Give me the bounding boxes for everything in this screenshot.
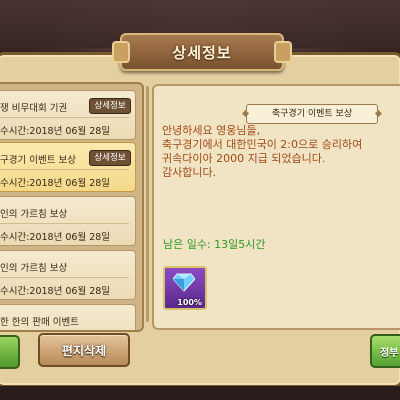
item-divider (0, 277, 129, 278)
title-plate-right-cap (274, 41, 292, 63)
mail-list-item[interactable]: 인의 가르침 보상 수시간:2018년 06월 28일 (0, 250, 136, 300)
mail-list-item[interactable]: 한 한의 판매 이벤트 (0, 304, 136, 330)
mail-item-date: 수시간:2018년 06월 28일 (0, 232, 111, 243)
details-badge[interactable]: 상세정보 (89, 150, 131, 166)
item-divider (0, 117, 129, 118)
mail-item-date: 수시간:2018년 06월 28일 (0, 286, 111, 297)
diamond-icon (173, 273, 195, 292)
item-divider (0, 169, 129, 170)
mail-item-title: 쟁 비무대회 기권 (0, 103, 68, 114)
title-plate: 상세정보 (112, 33, 292, 71)
mail-subject: 축구경기 이벤트 보상 (246, 104, 378, 124)
mail-item-title: 구경기 이벤트 보상 (0, 155, 76, 166)
mail-item-date: 수시간:2018년 06월 28일 (0, 126, 111, 137)
remaining-time: 남은 일수: 13일5시간 (163, 238, 266, 251)
mail-item-title: 인의 가르침 보상 (0, 263, 68, 274)
delete-mail-button[interactable]: 편지삭제 (38, 333, 130, 367)
mail-list: 쟁 비무대회 기권 상세정보 수시간:2018년 06월 28일 구경기 이벤트… (0, 82, 144, 332)
title-plate-left-cap (112, 41, 130, 63)
mail-body-line: 귀속다이아 2000 지급 되었습니다. (162, 152, 326, 165)
confirm-button[interactable] (0, 335, 20, 369)
reward-quantity: 100% (177, 298, 202, 307)
mail-body: 안녕하세요 영웅님들, 축구경기에서 대한민국이 2:0으로 승리하여 귀속다이… (162, 124, 400, 180)
window-title: 상세정보 (172, 43, 232, 62)
receive-button[interactable]: 정부 (370, 334, 400, 368)
reward-item-slot[interactable]: 100% (163, 266, 207, 310)
mail-list-item[interactable]: 쟁 비무대회 기권 상세정보 수시간:2018년 06월 28일 (0, 90, 136, 140)
mail-body-line: 축구경기에서 대한민국이 2:0으로 승리하여 (162, 138, 363, 151)
mail-detail-panel: 축구경기 이벤트 보상 안녕하세요 영웅님들, 축구경기에서 대한민국이 2:0… (152, 84, 400, 330)
item-divider (0, 223, 129, 224)
mail-list-item[interactable]: 인의 가르침 보상 수시간:2018년 06월 28일 (0, 196, 136, 246)
mail-item-title: 인의 가르침 보상 (0, 209, 68, 220)
mail-item-title: 한 한의 판매 이벤트 (0, 317, 79, 328)
mail-body-line: 감사합니다. (162, 166, 217, 179)
mail-list-item-selected[interactable]: 구경기 이벤트 보상 상세정보 수시간:2018년 06월 28일 (0, 142, 136, 192)
mail-body-line: 안녕하세요 영웅님들, (162, 124, 261, 137)
mail-item-date: 수시간:2018년 06월 28일 (0, 178, 111, 189)
delete-mail-label: 편지삭제 (61, 343, 107, 358)
receive-label: 정부 (380, 348, 399, 359)
bottom-bar (0, 386, 400, 400)
details-badge[interactable]: 상세정보 (89, 98, 131, 114)
mail-list-scrollbar[interactable] (146, 86, 149, 322)
